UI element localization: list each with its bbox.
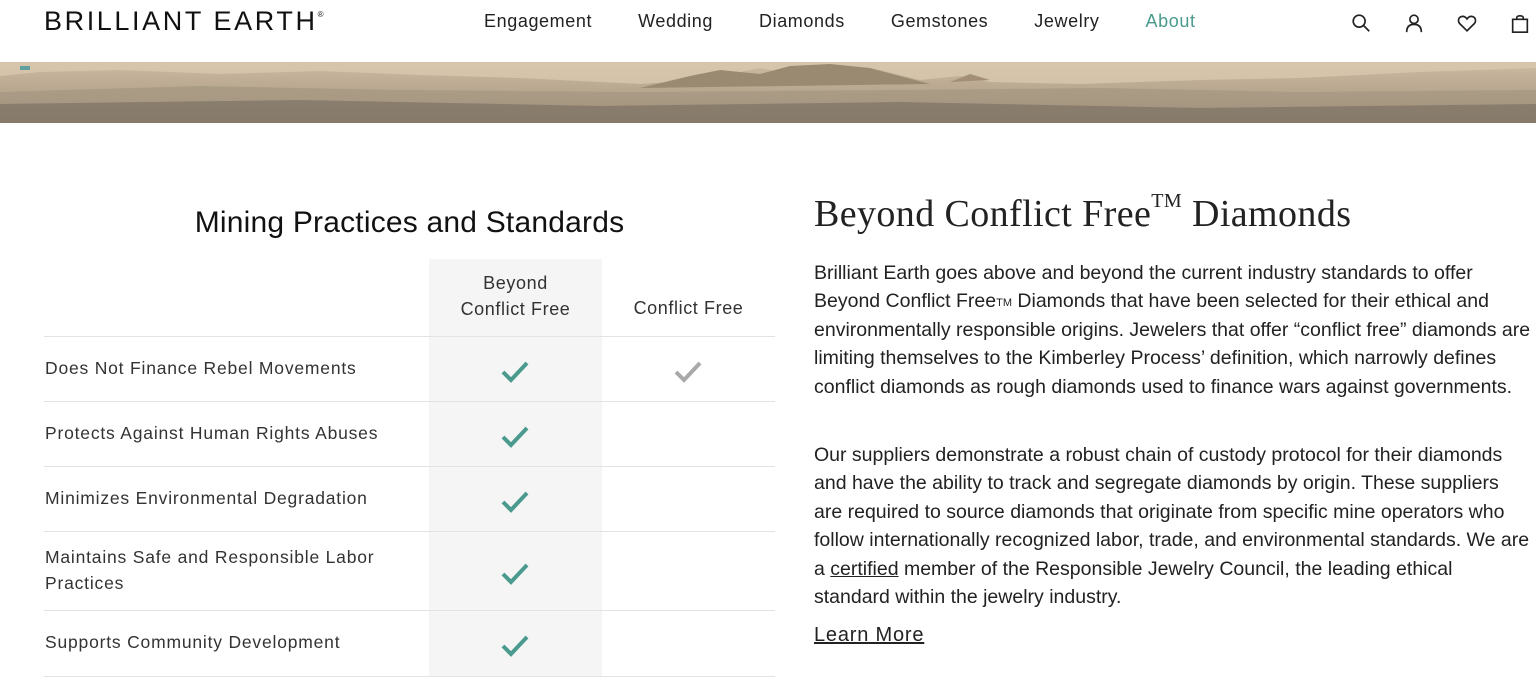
check-icon [672,358,704,386]
hero-banner-image [0,62,1536,123]
heading-trademark: TM [1151,190,1183,212]
nav-about[interactable]: About [1146,11,1196,32]
row-label: Minimizes Environmental Degradation [45,487,368,508]
brand-logo-text: BRILLIANT EARTH [44,6,318,36]
table-row: Maintains Safe and Responsible Labor Pra… [44,531,775,610]
check-icon [499,358,531,386]
heading-text-end: Diamonds [1182,193,1352,235]
nav-jewelry[interactable]: Jewelry [1034,11,1099,32]
table-row: Protects Against Human Rights Abuses [44,401,775,466]
nav-engagement[interactable]: Engagement [484,11,592,32]
table-bottom-border [44,676,775,677]
column-header-label: Beyond Conflict Free [460,273,571,319]
article-paragraph-1: Brilliant Earth goes above and beyond th… [814,259,1532,401]
nav-gemstones[interactable]: Gemstones [891,11,988,32]
learn-more-link[interactable]: Learn More [814,624,924,647]
certified-link[interactable]: certified [830,558,898,580]
main-nav: Engagement Wedding Diamonds Gemstones Je… [484,11,1242,32]
row-label: Does Not Finance Rebel Movements [45,357,357,378]
brand-logo[interactable]: BRILLIANT EARTH® [44,6,323,37]
account-icon[interactable] [1401,10,1427,36]
paragraph-1-trademark: TM [996,297,1012,310]
table-row: Supports Community Development [44,610,775,676]
table-title: Mining Practices and Standards [194,206,625,239]
heading-text: Beyond Conflict Free [814,193,1152,235]
check-icon [499,488,531,516]
paragraph-2-text-b: member of the Responsible Jewelry Counci… [814,557,1453,609]
site-header: BRILLIANT EARTH® Engagement Wedding Diam… [0,0,1536,62]
column-header-beyond-conflict-free: Beyond Conflict Free [429,270,602,322]
registered-mark: ® [317,10,324,19]
article-paragraph-2: Our suppliers demonstrate a robust chain… [814,441,1532,611]
nav-wedding[interactable]: Wedding [638,11,713,32]
heart-icon[interactable] [1454,10,1480,36]
header-icons [1348,10,1536,36]
check-icon [499,560,531,588]
column-header-conflict-free: Conflict Free [633,298,744,318]
row-label: Maintains Safe and Responsible Labor Pra… [45,546,375,593]
bag-icon[interactable] [1507,10,1533,36]
search-icon[interactable] [1348,10,1374,36]
check-icon [499,423,531,451]
row-label: Supports Community Development [45,632,341,652]
row-label: Protects Against Human Rights Abuses [45,422,379,443]
article-heading: Beyond Conflict FreeTM Diamonds [814,190,1352,236]
nav-diamonds[interactable]: Diamonds [759,11,845,32]
landscape-illustration [0,62,1536,123]
table-row: Does Not Finance Rebel Movements [44,336,775,401]
table-row: Minimizes Environmental Degradation [44,466,775,531]
check-icon [499,632,531,660]
